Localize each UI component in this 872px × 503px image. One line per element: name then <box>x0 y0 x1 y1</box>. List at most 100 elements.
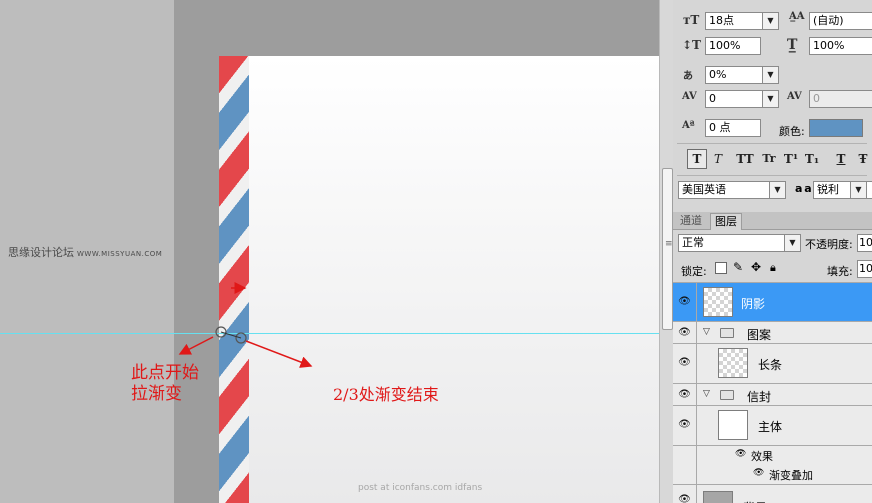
canvas-area[interactable]: 思缘设计论坛 WWW.MISSYUAN.COM post at iconfans.… <box>0 0 659 503</box>
layer-thumbnail <box>718 348 748 378</box>
vertical-scale-icon: ↕T <box>682 38 701 52</box>
striped-border <box>219 56 249 503</box>
scroll-thumb[interactable]: ≡ <box>662 168 673 330</box>
fill-label: 填充: <box>827 265 853 278</box>
vertical-scrollbar[interactable]: ≡ <box>659 0 673 503</box>
tab-layers[interactable]: 图层 <box>710 213 742 230</box>
vertical-scale-value: 100% <box>709 39 741 52</box>
layer-name: 阴影 <box>741 297 766 311</box>
tsume-value: 0% <box>709 68 727 81</box>
character-panel: ᴛT 18点 ▼ A̲A (自动) ↕T 100% T̲ 100% あ 0% ▼… <box>673 0 872 212</box>
all-caps-button[interactable]: TT <box>735 149 755 169</box>
visibility-eye-icon[interactable]: 👁︎ <box>673 485 697 503</box>
watermark: 思缘设计论坛 WWW.MISSYUAN.COM <box>8 244 162 260</box>
layer-name: 背景 <box>743 499 767 503</box>
chevron-down-icon[interactable]: ▼ <box>762 91 778 107</box>
lock-transparency-icon[interactable] <box>715 262 727 274</box>
visibility-eye-icon[interactable]: 👁︎ <box>673 322 697 343</box>
visibility-eye-icon[interactable]: 👁︎ <box>673 344 697 383</box>
strikethrough-button[interactable]: Ŧ <box>853 149 872 169</box>
layer-name: 图案 <box>747 328 772 342</box>
horizontal-scale-icon: T̲ <box>787 37 798 53</box>
language-value: 美国英语 <box>682 183 726 196</box>
layers-panel: 通道 图层 正常 ▼ 不透明度: 10 锁定: ✎ ✥ 🔒︎ 填充: 10 👁︎… <box>673 212 872 503</box>
antialias-select[interactable]: 锐利 ▼ <box>813 181 872 199</box>
right-panel: ᴛT 18点 ▼ A̲A (自动) ↕T 100% T̲ 100% あ 0% ▼… <box>673 0 872 503</box>
chevron-down-icon[interactable]: ▼ <box>762 13 778 29</box>
visibility-eye-icon[interactable]: 👁︎ <box>673 406 697 445</box>
divider <box>677 143 867 144</box>
footer-watermark: post at iconfans.com idfans <box>358 483 483 493</box>
lock-all-icon[interactable]: 🔒︎ <box>770 261 776 275</box>
text-color-swatch[interactable] <box>809 119 863 137</box>
layer-thumbnail <box>703 491 733 503</box>
expand-triangle-icon[interactable]: ▽ <box>703 327 710 337</box>
kerning-value: 0 <box>709 92 716 105</box>
lock-position-icon[interactable]: ✥ <box>751 260 761 274</box>
opacity-value: 10 <box>859 236 872 249</box>
tsume-select[interactable]: 0% ▼ <box>705 66 779 84</box>
leading-value: (自动) <box>813 14 844 27</box>
leading-select[interactable]: (自动) <box>809 12 872 30</box>
fill-value: 10 <box>859 262 872 275</box>
guide-line[interactable] <box>0 333 659 334</box>
expand-triangle-icon[interactable]: ▽ <box>703 389 710 399</box>
annotation-start-line2: 拉渐变 <box>131 384 182 404</box>
horizontal-scale-field[interactable]: 100% <box>809 37 872 55</box>
chevron-down-icon[interactable]: ▼ <box>769 182 785 198</box>
baseline-shift-value: 0 点 <box>709 121 731 134</box>
tracking-select[interactable]: 0 <box>809 90 872 108</box>
start-arrow <box>178 336 214 355</box>
antialias-value: 锐利 <box>817 183 839 196</box>
baseline-shift-icon: Aª <box>682 120 695 131</box>
faux-bold-button[interactable]: T <box>687 149 707 169</box>
layer-row-envelope-group[interactable]: 👁︎ ▽ 信封 <box>673 384 872 406</box>
layer-name: 长条 <box>758 358 783 372</box>
effects-eye-icon[interactable]: 👁︎ <box>735 449 746 459</box>
color-label: 颜色: <box>779 125 805 138</box>
folder-icon <box>720 390 734 400</box>
font-size-icon: ᴛT <box>683 13 700 27</box>
vertical-scale-field[interactable]: 100% <box>705 37 761 55</box>
layer-row-background[interactable]: 👁︎ 背景 <box>673 485 872 503</box>
watermark-cn: 思缘设计论坛 <box>8 246 74 259</box>
leading-icon: A̲A <box>789 11 805 22</box>
layer-row-main-body[interactable]: 👁︎ 主体 <box>673 406 872 446</box>
opacity-field[interactable]: 10 <box>857 234 872 252</box>
document-page[interactable] <box>219 56 659 503</box>
layer-thumbnail <box>703 287 733 317</box>
annotation-end: 2/3处渐变结束 <box>333 385 439 404</box>
baseline-shift-field[interactable]: 0 点 <box>705 119 761 137</box>
lock-label: 锁定: <box>681 265 707 278</box>
small-caps-button[interactable]: Tr <box>759 149 779 169</box>
faux-italic-button[interactable]: T <box>708 149 728 169</box>
effect-eye-icon[interactable]: 👁︎ <box>753 468 764 478</box>
chevron-down-icon[interactable]: ▼ <box>850 182 867 198</box>
lock-pixels-icon[interactable]: ✎ <box>733 260 743 274</box>
blend-mode-select[interactable]: 正常 ▼ <box>678 234 801 252</box>
language-select[interactable]: 美国英语 ▼ <box>678 181 786 199</box>
antialias-icon: a a <box>795 182 812 195</box>
folder-icon <box>720 328 734 338</box>
tracking-icon: AV <box>787 91 802 102</box>
superscript-button[interactable]: T¹ <box>781 149 801 169</box>
subscript-button[interactable]: T₁ <box>802 149 822 169</box>
visibility-eye-icon[interactable]: 👁︎ <box>673 384 697 405</box>
tab-channels[interactable]: 通道 <box>676 213 706 229</box>
layer-effects-row[interactable]: 👁︎ 效果 <box>673 446 872 465</box>
fill-field[interactable]: 10 <box>857 260 872 278</box>
layer-row-long-strip[interactable]: 👁︎ 长条 <box>673 344 872 384</box>
chevron-down-icon[interactable]: ▼ <box>784 235 800 251</box>
layer-thumbnail <box>718 410 748 440</box>
tsume-icon: あ <box>683 71 693 82</box>
visibility-eye-icon[interactable]: 👁︎ <box>673 283 697 321</box>
chevron-down-icon[interactable]: ▼ <box>762 67 778 83</box>
horizontal-scale-value: 100% <box>813 39 845 52</box>
kerning-select[interactable]: 0 ▼ <box>705 90 779 108</box>
divider <box>677 175 867 176</box>
layer-row-pattern-group[interactable]: 👁︎ ▽ 图案 <box>673 322 872 344</box>
layer-row-shadow[interactable]: 👁︎ 阴影 <box>673 282 872 322</box>
font-size-select[interactable]: 18点 ▼ <box>705 12 779 30</box>
underline-button[interactable]: T <box>831 149 851 169</box>
layer-effect-gradient-overlay[interactable]: 👁︎ 渐变叠加 <box>673 465 872 485</box>
